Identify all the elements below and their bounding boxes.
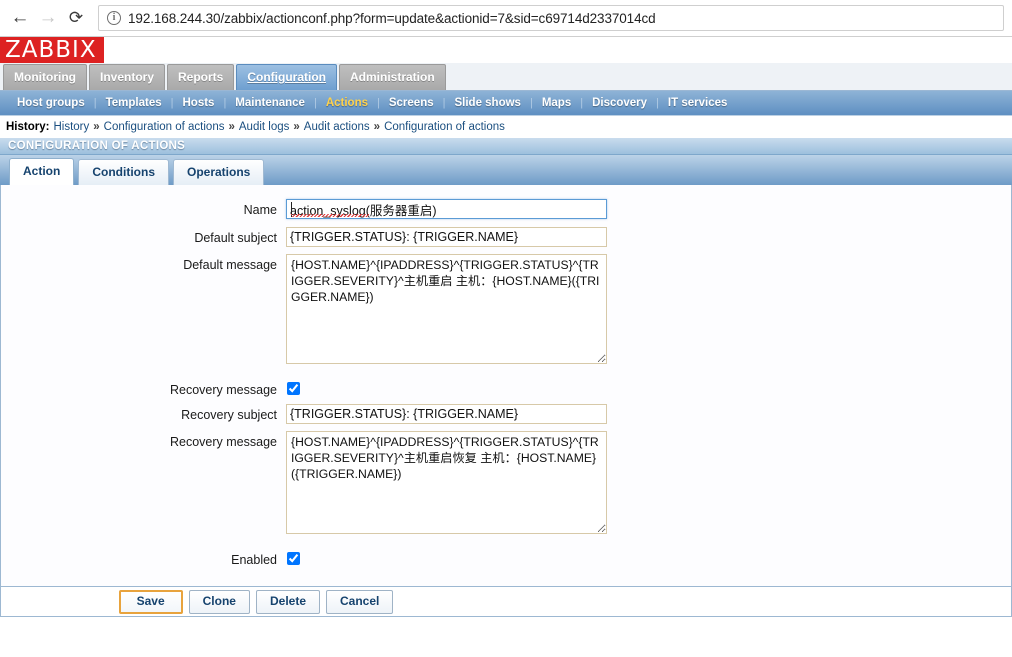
breadcrumb-item-history[interactable]: History — [53, 121, 89, 133]
url-text: 192.168.244.30/zabbix/actionconf.php?for… — [128, 10, 656, 26]
logo-row: ZABBIX — [0, 37, 1012, 63]
submenu-separator: | — [377, 97, 380, 109]
submenu-item-discovery[interactable]: Discovery — [583, 97, 656, 109]
field-row-default-subject: Default subject — [1, 226, 1011, 247]
page-title: CONFIGURATION OF ACTIONS — [0, 137, 1012, 155]
submenu-item-it-services[interactable]: IT services — [659, 97, 736, 109]
delete-button[interactable]: Delete — [255, 589, 321, 614]
default-subject-input[interactable] — [286, 226, 607, 247]
default-message-label: Default message — [183, 257, 277, 272]
submenu-separator: | — [170, 97, 174, 109]
recovery-message-textarea[interactable]: {HOST.NAME}^{IPADDRESS}^{TRIGGER.STATUS}… — [286, 430, 607, 534]
recovery-message-label: Recovery message — [170, 434, 277, 449]
breadcrumb-arrow: » — [93, 120, 100, 133]
tab-conditions[interactable]: Conditions — [78, 159, 169, 185]
name-input[interactable] — [286, 199, 607, 219]
breadcrumb: History: History » Configuration of acti… — [0, 116, 1012, 137]
breadcrumb-arrow: » — [373, 120, 381, 133]
submenu-item-host-groups[interactable]: Host groups — [8, 97, 94, 109]
zabbix-page: ZABBIX Monitoring Inventory Reports Conf… — [0, 37, 1012, 617]
menu-item-monitoring[interactable]: Monitoring — [3, 64, 87, 90]
recovery-message-toggle-label: Recovery message — [170, 382, 277, 397]
breadcrumb-item-audit-logs[interactable]: Audit logs — [239, 121, 290, 133]
field-row-name: Name — [1, 199, 1011, 220]
save-button[interactable]: Save — [118, 589, 183, 614]
submenu-separator: | — [313, 97, 317, 109]
back-icon[interactable]: ← — [6, 4, 34, 32]
breadcrumb-item-configuration-of-actions-1[interactable]: Configuration of actions — [104, 121, 225, 133]
page-title-text: CONFIGURATION OF ACTIONS — [8, 140, 186, 152]
browser-toolbar: ← → ⟳ i 192.168.244.30/zabbix/actionconf… — [0, 0, 1012, 37]
action-form: Name Default subject Default message {HO… — [0, 185, 1012, 583]
cancel-button[interactable]: Cancel — [326, 589, 394, 614]
tab-bar: Action Conditions Operations — [0, 155, 1012, 185]
submenu-separator: | — [529, 97, 533, 109]
submenu-separator: | — [223, 97, 227, 109]
menu-item-inventory[interactable]: Inventory — [88, 64, 165, 90]
field-row-default-message: Default message {HOST.NAME}^{IPADDRESS}^… — [1, 253, 1011, 369]
recovery-message-checkbox[interactable] — [287, 382, 300, 396]
field-row-recovery-message-toggle: Recovery message — [1, 379, 1011, 397]
breadcrumb-item-audit-actions[interactable]: Audit actions — [304, 121, 370, 133]
submenu-item-hosts[interactable]: Hosts — [173, 97, 223, 109]
default-subject-label: Default subject — [194, 230, 277, 245]
main-menu: Monitoring Inventory Reports Configurati… — [0, 63, 1012, 91]
field-row-recovery-message: Recovery message {HOST.NAME}^{IPADDRESS}… — [1, 430, 1011, 539]
name-input-wrapper — [286, 199, 607, 220]
forward-icon: → — [38, 7, 58, 28]
sub-menu: Host groups | Templates | Hosts | Mainte… — [0, 91, 1012, 116]
submenu-separator: | — [93, 97, 97, 109]
recovery-subject-label: Recovery subject — [181, 407, 277, 422]
field-row-recovery-subject: Recovery subject — [1, 403, 1011, 424]
name-label: Name — [243, 203, 277, 217]
tab-action[interactable]: Action — [9, 158, 75, 185]
enabled-checkbox[interactable] — [287, 552, 300, 566]
default-message-textarea[interactable]: {HOST.NAME}^{IPADDRESS}^{TRIGGER.STATUS}… — [286, 253, 607, 364]
clone-button[interactable]: Clone — [188, 589, 250, 614]
recovery-subject-input[interactable] — [286, 403, 607, 424]
breadcrumb-item-configuration-of-actions-2[interactable]: Configuration of actions — [384, 121, 505, 133]
reload-icon[interactable]: ⟳ — [62, 4, 90, 32]
submenu-item-templates[interactable]: Templates — [97, 97, 171, 109]
breadcrumb-arrow: » — [293, 120, 300, 133]
address-bar[interactable]: i 192.168.244.30/zabbix/actionconf.php?f… — [98, 5, 1004, 31]
breadcrumb-label: History: — [6, 120, 50, 133]
submenu-item-actions[interactable]: Actions — [317, 97, 377, 109]
info-circle-icon[interactable]: i — [107, 11, 121, 25]
field-row-enabled: Enabled — [1, 549, 1011, 567]
submenu-item-maintenance[interactable]: Maintenance — [226, 97, 314, 109]
submenu-separator: | — [442, 97, 446, 109]
menu-item-configuration[interactable]: Configuration — [236, 64, 337, 90]
tab-operations[interactable]: Operations — [173, 159, 265, 185]
enabled-label: Enabled — [231, 552, 277, 567]
submenu-item-maps[interactable]: Maps — [533, 97, 580, 109]
submenu-separator: | — [656, 97, 659, 109]
submenu-item-slide-shows[interactable]: Slide shows — [445, 97, 529, 109]
zabbix-logo[interactable]: ZABBIX — [0, 37, 104, 63]
submenu-separator: | — [580, 97, 584, 109]
breadcrumb-arrow: » — [228, 120, 235, 133]
menu-item-administration[interactable]: Administration — [339, 64, 446, 90]
form-footer: Save Clone Delete Cancel — [0, 587, 1012, 617]
submenu-item-screens[interactable]: Screens — [380, 97, 443, 109]
menu-item-reports[interactable]: Reports — [167, 64, 235, 90]
